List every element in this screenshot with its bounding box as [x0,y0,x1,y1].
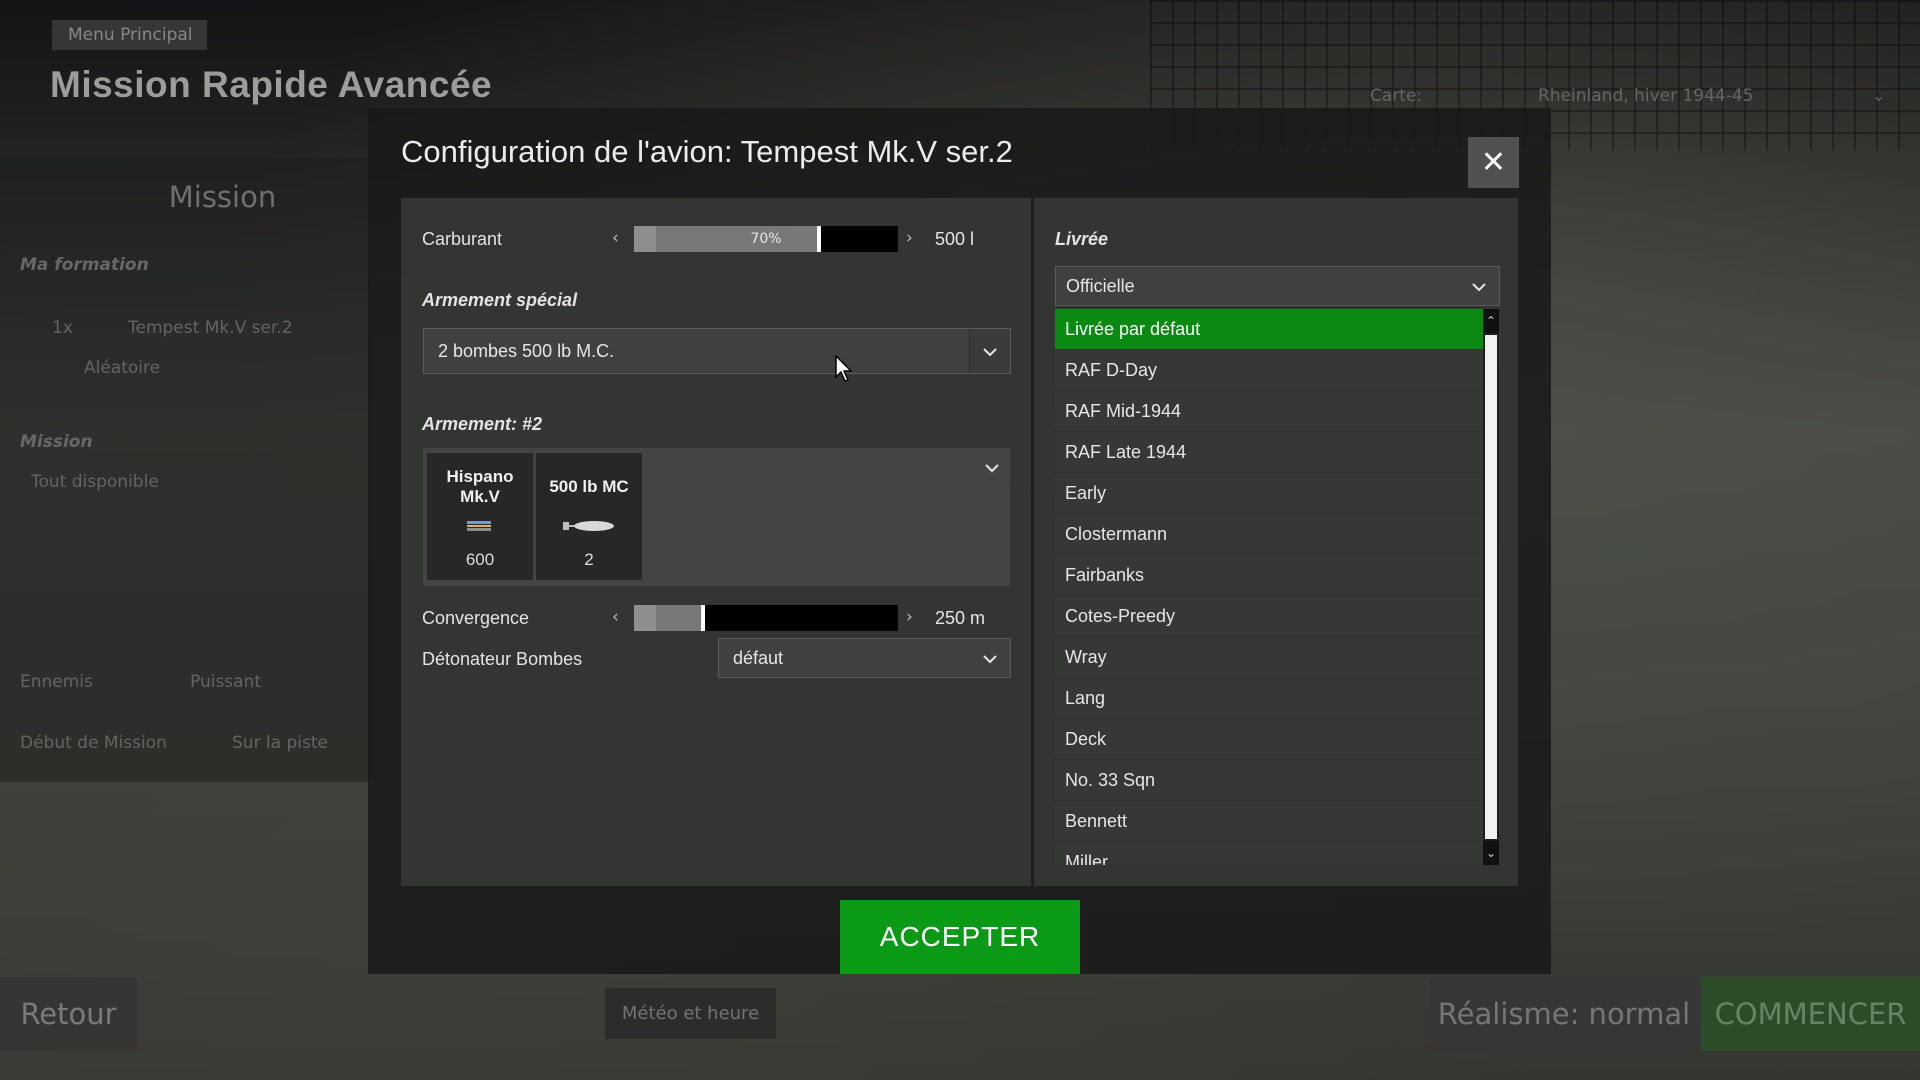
convergence-value: 250 m [935,608,986,628]
special-armament-value: 2 bombes 500 lb M.C. [438,341,615,361]
bomb-fuze-select[interactable]: défaut [718,638,1011,678]
convergence-label: Convergence [422,608,530,628]
armament-label: Armement: #2 [422,414,543,434]
convergence-increase-arrow-icon[interactable]: › [906,607,913,627]
fuel-label: Carburant [422,229,503,249]
livery-scrollbar[interactable]: ⌃ ⌄ [1483,309,1499,865]
fuel-value: 500 l [935,229,975,249]
livery-item[interactable]: Livrée par défaut [1055,309,1483,350]
livery-item[interactable]: Fairbanks [1055,555,1483,596]
modal-title: Configuration de l'avion: Tempest Mk.V s… [401,134,1013,169]
scrollbar-thumb[interactable] [1485,335,1497,839]
mouse-cursor-icon [835,354,853,387]
bomb-fuze-value: défaut [733,648,784,668]
fuel-decrease-arrow-icon[interactable]: ‹ [612,228,619,248]
accept-button[interactable]: ACCEPTER [840,900,1080,974]
livery-item[interactable]: RAF Late 1944 [1055,432,1483,473]
chevron-down-icon[interactable] [969,329,1010,373]
livery-item[interactable]: RAF D-Day [1055,350,1483,391]
convergence-slider-fill [634,605,703,631]
chevron-down-icon[interactable] [984,458,1000,477]
close-button[interactable]: ✕ [1468,137,1519,188]
chevron-up-icon[interactable]: ⌃ [1483,309,1499,333]
convergence-slider[interactable] [634,605,898,631]
special-armament-label: Armement spécial [422,290,578,310]
cannon-shell-icon [427,519,533,531]
livery-item[interactable]: Cotes-Preedy [1055,596,1483,637]
fuel-slider[interactable]: 70% [634,226,898,252]
livery-item[interactable]: No. 33 Sqn [1055,760,1483,801]
livery-item[interactable]: Deck [1055,719,1483,760]
armament-select[interactable]: Hispano Mk.V 600 500 lb MC 2 [423,448,1010,586]
livery-filter-value: Officielle [1066,276,1135,296]
convergence-decrease-arrow-icon[interactable]: ‹ [612,607,619,627]
fuel-increase-arrow-icon[interactable]: › [906,228,913,248]
livery-item[interactable]: Wray [1055,637,1483,678]
livery-filter-select[interactable]: Officielle [1055,266,1500,306]
bomb-fuze-label: Détonateur Bombes [422,649,583,669]
livery-item[interactable]: Lang [1055,678,1483,719]
chevron-down-icon[interactable] [1459,267,1499,305]
livery-list[interactable]: Livrée par défaut RAF D-Day RAF Mid-1944 RA… [1055,309,1483,865]
livery-item[interactable]: Early [1055,473,1483,514]
livery-label: Livrée [1055,229,1109,249]
weapon-count: 600 [465,550,495,569]
livery-item[interactable]: RAF Mid-1944 [1055,391,1483,432]
chevron-down-icon[interactable] [970,639,1010,677]
fuel-percent: 70% [750,231,782,247]
special-armament-select[interactable]: 2 bombes 500 lb M.C. [423,328,1011,374]
chevron-down-icon[interactable]: ⌄ [1483,841,1499,865]
livery-item[interactable]: Bennett [1055,801,1483,842]
weapon-name: Hispano Mk.V [446,467,514,506]
bomb-icon [536,519,642,531]
convergence-slider-thumb[interactable] [701,605,705,631]
weapon-card-hispano: Hispano Mk.V 600 [427,453,533,580]
weapon-count: 2 [584,550,594,569]
close-icon: ✕ [1480,145,1507,180]
livery-item[interactable]: Clostermann [1055,514,1483,555]
livery-item[interactable]: Miller [1055,842,1483,865]
weapon-name: 500 lb MC [549,477,629,496]
weapon-card-bomb: 500 lb MC 2 [536,453,642,580]
